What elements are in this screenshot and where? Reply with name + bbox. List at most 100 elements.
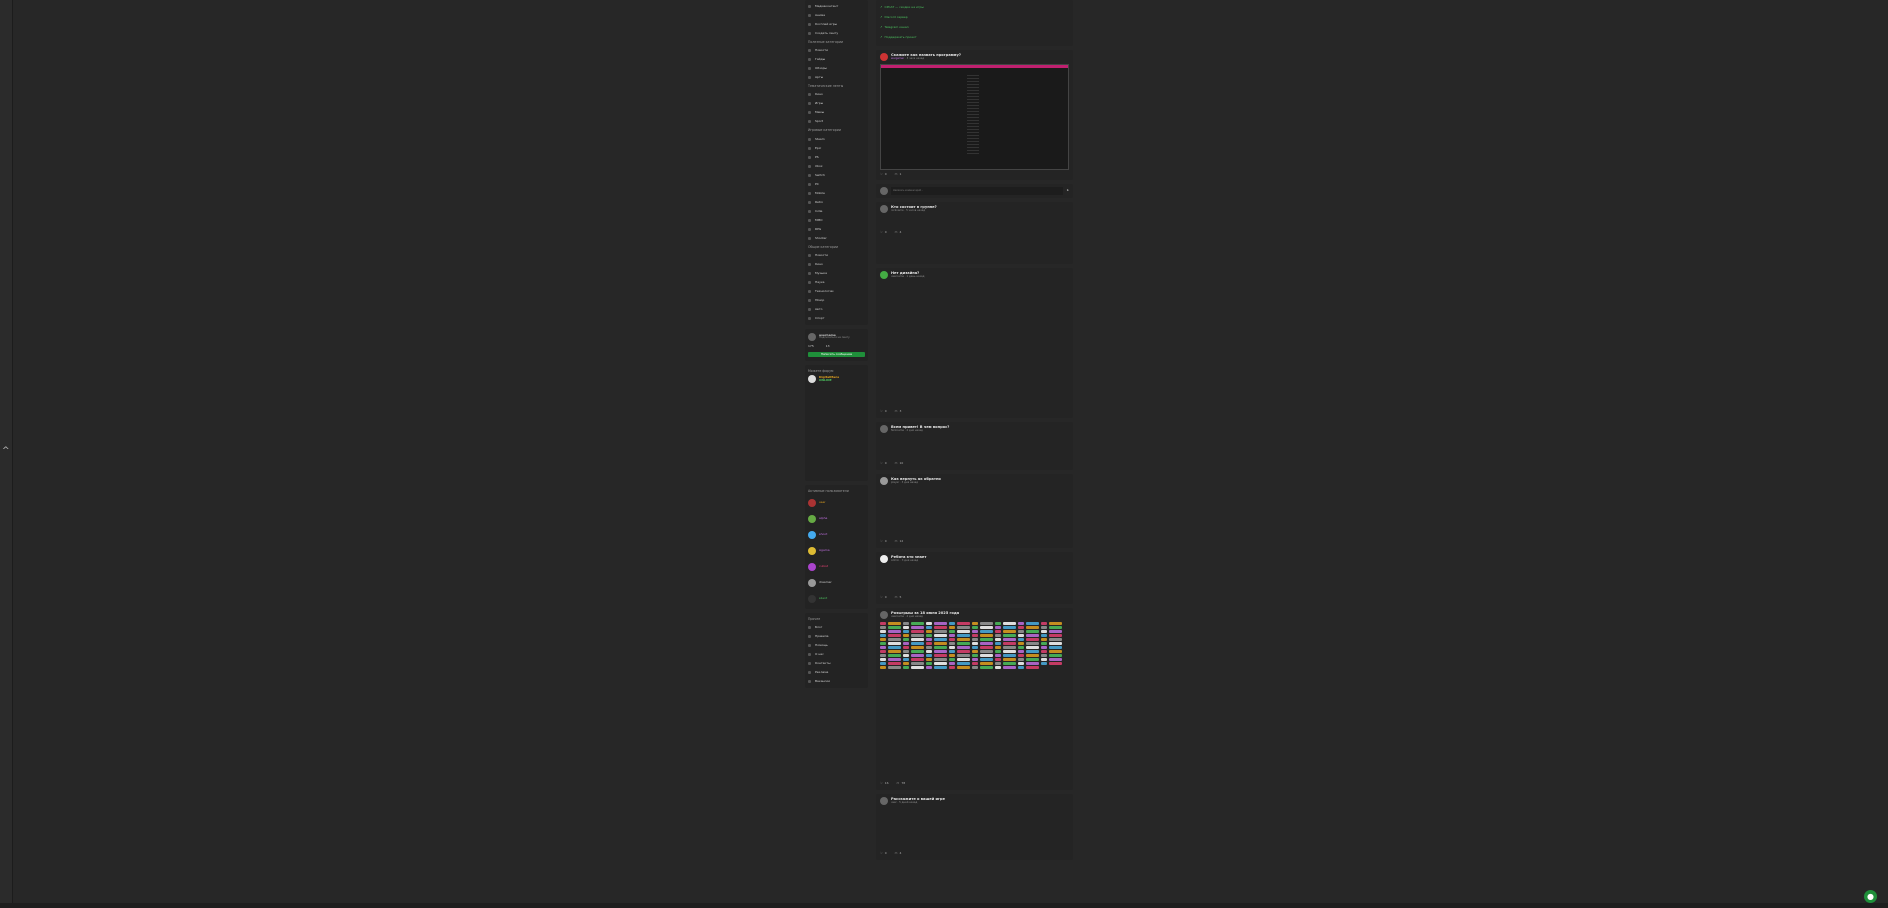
post-author[interactable]: nickname — [891, 209, 904, 212]
sidebar-item[interactable]: Кино — [808, 90, 865, 99]
sidebar-item[interactable]: Арты — [808, 73, 865, 82]
sidebar-item[interactable]: Мемы — [808, 108, 865, 117]
sidebar-item[interactable]: Медиаконтент — [808, 2, 865, 11]
like-button[interactable]: ♡ 0 — [880, 595, 887, 600]
comments-button[interactable]: ▭ 1 — [895, 172, 902, 177]
avatar[interactable] — [880, 796, 888, 805]
user-list-item[interactable]: cubist — [808, 559, 865, 575]
sidebar-item[interactable]: Спорт — [808, 314, 865, 323]
avatar[interactable] — [880, 53, 888, 61]
sidebar-item[interactable]: Кино — [808, 260, 865, 269]
user-list-item[interactable]: silent — [808, 591, 865, 607]
footer-link[interactable]: Правила — [808, 632, 865, 641]
comments-button[interactable]: ▭ 78 — [897, 781, 906, 786]
sidebar-item[interactable]: Технологии — [808, 287, 865, 296]
avatar[interactable] — [880, 610, 888, 619]
sidebar-item[interactable]: Epic — [808, 144, 865, 153]
sidebar-item[interactable]: RPG — [808, 225, 865, 234]
send-icon[interactable]: ➤ — [1066, 188, 1069, 193]
sidebar-item[interactable]: MMO — [808, 216, 865, 225]
footer-link[interactable]: О нас — [808, 650, 865, 659]
avatar[interactable] — [808, 374, 816, 383]
comments-button[interactable]: ▭ 4 — [895, 230, 902, 235]
comments-button[interactable]: ▭ 10 — [895, 461, 904, 466]
sidebar-item[interactable]: Игры — [808, 99, 865, 108]
avatar[interactable] — [808, 332, 816, 341]
user-list-item[interactable]: user — [808, 495, 865, 511]
send-message-button[interactable]: Написать сообщение — [808, 351, 865, 357]
like-button[interactable]: ♡ 0 — [880, 851, 887, 856]
footer-link[interactable]: Контакты — [808, 659, 865, 668]
user-list-item[interactable]: dreamer — [808, 575, 865, 591]
user-list-item[interactable]: shoot — [808, 527, 865, 543]
comment-input[interactable] — [891, 186, 1064, 195]
post-author[interactable]: wargamer — [891, 57, 904, 60]
sidebar-item[interactable]: Музыка — [808, 269, 865, 278]
sidebar-item[interactable]: Косплей игры — [808, 20, 865, 29]
sidebar-item[interactable]: Наука — [808, 278, 865, 287]
sidebar-item[interactable]: Retro — [808, 198, 865, 207]
sidebar-item[interactable]: Sport — [808, 117, 865, 126]
sidebar-item[interactable]: Юмор — [808, 296, 865, 305]
user-list-item[interactable]: alpha — [808, 511, 865, 527]
promo-link[interactable]: ↗ Discord сервер — [880, 13, 1069, 23]
comments-button[interactable]: ▭ 3 — [895, 409, 902, 414]
post-card[interactable]: Ребята кто знает Admin · 3 дня назад ♡ 0 … — [876, 551, 1073, 604]
promo-link[interactable]: ↗ Поддержать проект — [880, 33, 1069, 43]
participant-tag — [903, 641, 909, 645]
sidebar-item[interactable]: Shooter — [808, 234, 865, 243]
post-author[interactable]: user — [891, 801, 897, 804]
sidebar-item[interactable]: Аниме — [808, 11, 865, 20]
post-card[interactable]: Как вернуть ак обратно player · 3 дня на… — [876, 473, 1073, 548]
sidebar-item[interactable]: Новости — [808, 251, 865, 260]
sidebar-item[interactable]: PS — [808, 153, 865, 162]
post-author[interactable]: Nickname — [891, 429, 904, 432]
post-author[interactable]: player — [891, 481, 899, 484]
like-button[interactable]: ♡ 0 — [880, 230, 887, 235]
sidebar-item[interactable]: Mobile — [808, 189, 865, 198]
post-card[interactable]: Расскажите о вашей игре user · 5 дней на… — [876, 793, 1073, 860]
like-button[interactable]: ♡ 0 — [880, 539, 887, 544]
sidebar-item[interactable]: Гайды — [808, 55, 865, 64]
like-button[interactable]: ♡ 16 — [880, 781, 889, 786]
sidebar-item[interactable]: Switch — [808, 171, 865, 180]
like-button[interactable]: ♡ 0 — [880, 461, 887, 466]
avatar[interactable] — [880, 476, 888, 485]
promo-link[interactable]: ↗ CPCAT — скидки на игры — [880, 3, 1069, 13]
sidebar-item[interactable]: Xbox — [808, 162, 865, 171]
footer-link[interactable]: Помощь — [808, 641, 865, 650]
post-author[interactable]: username — [891, 275, 904, 278]
sidebar-item[interactable]: Авто — [808, 305, 865, 314]
sidebar-item[interactable]: PC — [808, 180, 865, 189]
post-author[interactable]: Admin — [891, 559, 899, 562]
avatar[interactable] — [880, 204, 888, 213]
promo-link[interactable]: ↗ Telegram канал — [880, 23, 1069, 33]
like-button[interactable]: ♡ 0 — [880, 409, 887, 414]
footer-link[interactable]: Блог — [808, 623, 865, 632]
footer-link[interactable]: Вакансии — [808, 677, 865, 686]
comments-button[interactable]: ▭ 5 — [895, 595, 902, 600]
post-card[interactable]: Скажите как назвать программу? wargamer … — [876, 50, 1073, 180]
sidebar-item[interactable]: Steam — [808, 135, 865, 144]
sidebar-item[interactable]: Новости — [808, 46, 865, 55]
post-card[interactable]: Нет дизайна? username · 1 день назад ♡ 0 … — [876, 267, 1073, 418]
post-card[interactable]: Всем привет! В чем вопрос? Nickname · 2 … — [876, 421, 1073, 470]
sidebar-item[interactable]: Обзоры — [808, 64, 865, 73]
chat-fab-button[interactable]: ● — [1864, 890, 1877, 903]
sidebar-item[interactable]: Создать ленту — [808, 29, 865, 38]
chevron-up-icon[interactable]: ^ — [2, 446, 10, 456]
avatar[interactable] — [880, 424, 888, 433]
footer-link[interactable]: Реклама — [808, 668, 865, 677]
user-list-item[interactable]: Agama — [808, 543, 865, 559]
comments-button[interactable]: ▭ 4 — [895, 851, 902, 856]
post-author[interactable]: username — [891, 615, 904, 618]
post-image[interactable] — [880, 64, 1069, 170]
post-card[interactable]: Розыгрыш за 18 июня 2025 года username ·… — [876, 607, 1073, 790]
avatar[interactable] — [880, 270, 888, 279]
sidebar-item[interactable]: Indie — [808, 207, 865, 216]
post-card[interactable]: Кто состоит в группе? nickname · 5 часов… — [876, 201, 1073, 264]
comments-button[interactable]: ▭ 12 — [895, 539, 904, 544]
avatar[interactable] — [880, 554, 888, 563]
like-button[interactable]: ♡ 0 — [880, 172, 887, 177]
profile-subtitle[interactable]: Подписаться на ленту — [819, 336, 850, 340]
